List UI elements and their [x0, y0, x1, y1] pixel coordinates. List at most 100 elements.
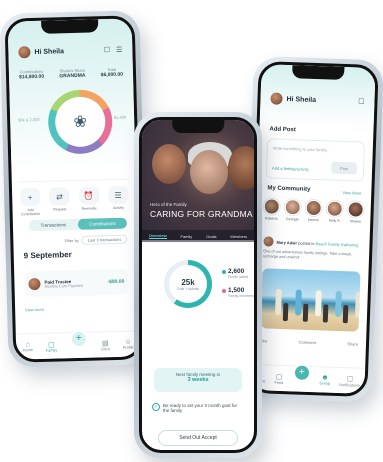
check-icon: ✓	[152, 403, 160, 411]
filter-select[interactable]: Last 3 transactions	[81, 234, 128, 245]
reminder-icon: ⏰	[78, 186, 100, 205]
plus-icon: +	[19, 187, 41, 207]
phone-notch	[172, 120, 224, 133]
menu-icon[interactable]: ☰	[116, 46, 122, 54]
quick-actions: + Add Contribution ⇄ Request ⏰ Reminder …	[17, 178, 131, 217]
header-icons: ☐ ☰	[104, 46, 123, 54]
send-accept-button[interactable]: Send Out Accept	[158, 430, 238, 446]
comment-button[interactable]: Comment	[299, 340, 317, 346]
action-activity[interactable]: ☰ Activity	[106, 185, 131, 215]
transaction-sub: Monthly Care Payment	[44, 283, 84, 289]
meeting-banner[interactable]: Next family meeting in 3 weeks	[154, 368, 242, 392]
person-shape	[302, 303, 309, 322]
post-photo[interactable]	[260, 268, 361, 332]
community-title: My Community	[267, 185, 311, 193]
member-avatar[interactable]: Dennis	[304, 199, 323, 223]
post-input[interactable]: Write something to your family...	[273, 146, 330, 153]
avatar[interactable]	[263, 236, 274, 247]
post-button[interactable]: Post	[330, 161, 358, 175]
filter-label: Filter by	[64, 237, 79, 244]
members-row: Roberto Georgia Dennis Kelly R Sharon	[262, 198, 365, 224]
view-more-link[interactable]: View More	[342, 190, 361, 196]
transaction-amount: -$80.00	[107, 278, 125, 286]
nav-home[interactable]: ⌂Home	[22, 341, 33, 352]
person-face	[152, 144, 186, 184]
avatar[interactable]	[18, 46, 31, 59]
action-request[interactable]: ⇄ Request	[47, 187, 72, 216]
action-label: Reminder	[81, 206, 97, 211]
banner-line1: Next family meeting in	[175, 372, 221, 377]
nav-family[interactable]: ▢ Family	[46, 340, 57, 352]
add-button[interactable]: +	[292, 362, 312, 382]
add-button[interactable]: +	[69, 329, 89, 348]
avatar	[263, 198, 281, 215]
donut-value: 25k	[181, 277, 195, 287]
goal-donut: 25k Goal + Activity	[164, 260, 212, 308]
legend-value-row: 1,500	[222, 287, 254, 294]
tab-contributions[interactable]: Contributions	[77, 217, 128, 230]
nav-profile[interactable]: ☺ Profile	[122, 338, 134, 350]
phone-family-goal: Hero of the Family CARING FOR GRANDMA Ov…	[134, 112, 262, 458]
legend-value: 2,600	[228, 268, 245, 275]
person-shape	[322, 304, 329, 323]
post-body: One of our adventurous family outings. T…	[262, 249, 353, 260]
member-avatar[interactable]: Kelly R	[325, 200, 344, 223]
surfboard-shape	[314, 290, 322, 317]
transaction-row[interactable]: Paid Trustee Monthly Care Payment -$80.0…	[24, 268, 129, 298]
reaction-bar: Like Comment Share	[260, 338, 358, 346]
nav-label: Profile	[122, 345, 134, 350]
avatar[interactable]	[270, 92, 283, 105]
legend-label: Family members	[228, 294, 254, 298]
post-header: Mary Adair posted in Beach Family Gather…	[263, 236, 361, 249]
tab-members[interactable]: Members	[230, 234, 247, 239]
bottom-nav: ⌂ Home ▢ Family + ▤ Docs ☺ Profile	[15, 329, 141, 360]
side-left-label: $3k & 2,000	[18, 116, 40, 123]
action-reminder[interactable]: ⏰ Reminder	[77, 186, 102, 215]
phone-notch	[292, 65, 345, 81]
bottom-nav: ⌂Home ▢Feed + ☻Group ☐Notifications	[250, 362, 366, 394]
feeling-link[interactable]: Add a feeling/activity	[272, 166, 309, 172]
share-button[interactable]: Share	[347, 341, 358, 346]
bell-icon[interactable]: ☐	[358, 98, 365, 106]
member-avatar[interactable]: Georgia	[283, 199, 302, 222]
add-post-title: Add Post	[269, 126, 296, 134]
ring-center: ❀	[54, 96, 106, 148]
transactions-toggle: Transactions Contributions	[28, 217, 128, 232]
legend-item: 2,600 Funds raised	[222, 268, 254, 279]
person-shape	[282, 303, 289, 322]
nav-docs[interactable]: ▤ Docs	[101, 339, 110, 351]
nav-group[interactable]: ☻ Group	[320, 374, 331, 385]
member-avatar[interactable]: Roberto	[262, 198, 281, 221]
greeting: Hi Sheila	[18, 45, 64, 59]
post-group[interactable]: Beach Family Gathering	[315, 241, 358, 247]
person-face	[190, 150, 228, 194]
bell-icon[interactable]: ☐	[104, 46, 110, 54]
nav-feed[interactable]: ▢ Feed	[274, 372, 283, 384]
hero-title: CARING FOR GRANDMA	[150, 209, 253, 219]
action-add-contribution[interactable]: + Add Contribution	[18, 187, 43, 217]
person-shape	[342, 305, 349, 324]
post-composer: Write something to your family... Add a …	[265, 138, 366, 182]
nav-label: Docs	[101, 346, 110, 351]
tab-transactions[interactable]: Transactions	[29, 219, 78, 231]
member-avatar[interactable]: Sharon	[346, 201, 365, 224]
tab-family[interactable]: Family	[181, 234, 193, 239]
nav-notifications[interactable]: ☐ Notifications	[339, 375, 361, 388]
post-author[interactable]: Mary Adair	[276, 239, 297, 245]
post-action: posted in	[298, 239, 315, 246]
family-goal-screen: Hero of the Family CARING FOR GRANDMA Ov…	[139, 117, 257, 453]
stat-contributions: Contributions $14,800.00	[19, 69, 44, 81]
stat-value: $6,000.00	[100, 71, 124, 79]
legend-label: Funds raised	[228, 275, 249, 279]
member-name: Sharon	[349, 219, 361, 224]
view-more-link[interactable]: View more	[25, 307, 44, 312]
legend-value: 1,500	[228, 287, 245, 294]
nav-label: Notifications	[339, 382, 361, 388]
surfboard-shape	[354, 291, 361, 318]
legend-dot	[222, 269, 226, 274]
avatar	[347, 201, 364, 218]
avatar	[326, 200, 343, 218]
tab-overview[interactable]: Overview	[148, 233, 167, 239]
tab-goals[interactable]: Goals	[206, 234, 216, 239]
avatar	[305, 199, 323, 217]
